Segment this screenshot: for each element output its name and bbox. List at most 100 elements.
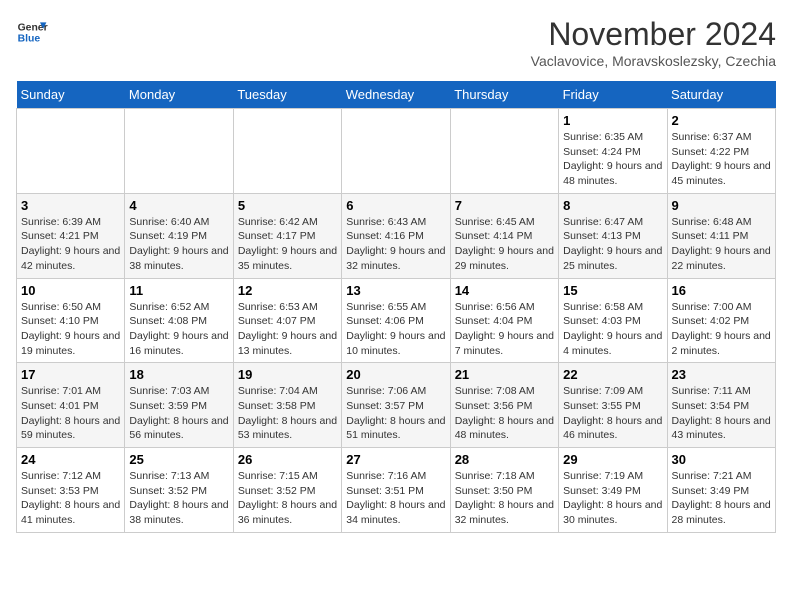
calendar-cell: 21Sunrise: 7:08 AMSunset: 3:56 PMDayligh… — [450, 363, 558, 448]
day-info: Sunrise: 7:16 AMSunset: 3:51 PMDaylight:… — [346, 469, 445, 528]
day-number: 6 — [346, 198, 445, 213]
calendar-cell: 28 Sunrise: 7:18 AMSunset: 3:50 PMDayligh… — [450, 448, 558, 533]
day-number: 17 — [21, 367, 120, 382]
calendar-cell: 20 Sunrise: 7:06 AMSunset: 3:57 PMDayligh… — [342, 363, 450, 448]
day-number: 1 — [563, 113, 662, 128]
day-number: 2 — [672, 113, 771, 128]
calendar-week-row: 1 Sunrise: 6:35 AMSunset: 4:24 PMDaylight… — [17, 109, 776, 194]
weekday-header: Thursday — [450, 81, 558, 109]
day-number: 27 — [346, 452, 445, 467]
day-number: 13 — [346, 283, 445, 298]
day-info: Sunrise: 7:09 AMSunset: 3:55 PMDaylight:… — [563, 384, 662, 443]
day-number: 26 — [238, 452, 337, 467]
calendar-week-row: 24Sunrise: 7:12 AMSunset: 3:53 PMDayligh… — [17, 448, 776, 533]
day-number: 24 — [21, 452, 120, 467]
calendar-week-row: 3Sunrise: 6:39 AMSunset: 4:21 PMDaylight… — [17, 193, 776, 278]
subtitle: Vaclavovice, Moravskoslezsky, Czechia — [531, 53, 776, 69]
calendar-cell — [450, 109, 558, 194]
calendar-cell: 30Sunrise: 7:21 AMSunset: 3:49 PMDayligh… — [667, 448, 775, 533]
calendar-cell: 17 Sunrise: 7:01 AMSunset: 4:01 PMDayligh… — [17, 363, 125, 448]
calendar-cell: 1 Sunrise: 6:35 AMSunset: 4:24 PMDaylight… — [559, 109, 667, 194]
day-number: 12 — [238, 283, 337, 298]
calendar-cell: 7Sunrise: 6:45 AMSunset: 4:14 PMDaylight… — [450, 193, 558, 278]
calendar-cell: 13 Sunrise: 6:55 AMSunset: 4:06 PMDayligh… — [342, 278, 450, 363]
weekday-header: Sunday — [17, 81, 125, 109]
day-info: Sunrise: 6:43 AMSunset: 4:16 PMDaylight:… — [346, 215, 445, 274]
calendar-cell: 11 Sunrise: 6:52 AMSunset: 4:08 PMDayligh… — [125, 278, 233, 363]
day-number: 21 — [455, 367, 554, 382]
day-number: 29 — [563, 452, 662, 467]
day-number: 4 — [129, 198, 228, 213]
header-row: SundayMondayTuesdayWednesdayThursdayFrid… — [17, 81, 776, 109]
weekday-header: Tuesday — [233, 81, 341, 109]
day-info: Sunrise: 7:00 AMSunset: 4:02 PMDaylight:… — [672, 300, 771, 359]
day-info: Sunrise: 6:50 AMSunset: 4:10 PMDaylight:… — [21, 300, 120, 359]
calendar-cell: 9Sunrise: 6:48 AMSunset: 4:11 PMDaylight… — [667, 193, 775, 278]
day-info: Sunrise: 7:15 AMSunset: 3:52 PMDaylight:… — [238, 469, 337, 528]
calendar-week-row: 10 Sunrise: 6:50 AMSunset: 4:10 PMDayligh… — [17, 278, 776, 363]
calendar-cell: 22 Sunrise: 7:09 AMSunset: 3:55 PMDayligh… — [559, 363, 667, 448]
day-info: Sunrise: 7:13 AMSunset: 3:52 PMDaylight:… — [129, 469, 228, 528]
logo: General Blue — [16, 16, 48, 48]
calendar-cell: 6 Sunrise: 6:43 AMSunset: 4:16 PMDaylight… — [342, 193, 450, 278]
day-info: Sunrise: 7:04 AMSunset: 3:58 PMDaylight:… — [238, 384, 337, 443]
day-info: Sunrise: 7:18 AMSunset: 3:50 PMDaylight:… — [455, 469, 554, 528]
calendar-cell: 29 Sunrise: 7:19 AMSunset: 3:49 PMDayligh… — [559, 448, 667, 533]
day-number: 5 — [238, 198, 337, 213]
day-number: 18 — [129, 367, 228, 382]
title-area: November 2024 Vaclavovice, Moravskoslezs… — [531, 16, 776, 69]
day-number: 22 — [563, 367, 662, 382]
weekday-header: Wednesday — [342, 81, 450, 109]
day-info: Sunrise: 6:40 AMSunset: 4:19 PMDaylight:… — [129, 215, 228, 274]
day-number: 15 — [563, 283, 662, 298]
day-info: Sunrise: 6:52 AMSunset: 4:08 PMDaylight:… — [129, 300, 228, 359]
day-number: 10 — [21, 283, 120, 298]
logo-icon: General Blue — [16, 16, 48, 48]
day-info: Sunrise: 6:48 AMSunset: 4:11 PMDaylight:… — [672, 215, 771, 274]
day-number: 14 — [455, 283, 554, 298]
calendar-cell: 24Sunrise: 7:12 AMSunset: 3:53 PMDayligh… — [17, 448, 125, 533]
calendar-cell — [125, 109, 233, 194]
calendar-cell: 16Sunrise: 7:00 AMSunset: 4:02 PMDayligh… — [667, 278, 775, 363]
day-info: Sunrise: 7:03 AMSunset: 3:59 PMDaylight:… — [129, 384, 228, 443]
calendar-cell — [17, 109, 125, 194]
calendar-week-row: 17 Sunrise: 7:01 AMSunset: 4:01 PMDayligh… — [17, 363, 776, 448]
calendar-cell: 27 Sunrise: 7:16 AMSunset: 3:51 PMDayligh… — [342, 448, 450, 533]
calendar-cell: 3Sunrise: 6:39 AMSunset: 4:21 PMDaylight… — [17, 193, 125, 278]
day-number: 3 — [21, 198, 120, 213]
svg-text:Blue: Blue — [18, 34, 41, 45]
calendar-cell: 4 Sunrise: 6:40 AMSunset: 4:19 PMDaylight… — [125, 193, 233, 278]
month-title: November 2024 — [531, 16, 776, 53]
header: General Blue November 2024 Vaclavovice, … — [16, 16, 776, 69]
day-info: Sunrise: 7:19 AMSunset: 3:49 PMDaylight:… — [563, 469, 662, 528]
calendar-cell: 5 Sunrise: 6:42 AMSunset: 4:17 PMDaylight… — [233, 193, 341, 278]
day-info: Sunrise: 6:55 AMSunset: 4:06 PMDaylight:… — [346, 300, 445, 359]
calendar-cell: 10 Sunrise: 6:50 AMSunset: 4:10 PMDayligh… — [17, 278, 125, 363]
calendar-cell: 2Sunrise: 6:37 AMSunset: 4:22 PMDaylight… — [667, 109, 775, 194]
weekday-header: Friday — [559, 81, 667, 109]
calendar-cell: 19 Sunrise: 7:04 AMSunset: 3:58 PMDayligh… — [233, 363, 341, 448]
calendar-cell: 14Sunrise: 6:56 AMSunset: 4:04 PMDayligh… — [450, 278, 558, 363]
day-info: Sunrise: 6:35 AMSunset: 4:24 PMDaylight:… — [563, 130, 662, 189]
day-number: 19 — [238, 367, 337, 382]
day-info: Sunrise: 6:58 AMSunset: 4:03 PMDaylight:… — [563, 300, 662, 359]
day-info: Sunrise: 6:42 AMSunset: 4:17 PMDaylight:… — [238, 215, 337, 274]
calendar-cell: 15 Sunrise: 6:58 AMSunset: 4:03 PMDayligh… — [559, 278, 667, 363]
day-number: 25 — [129, 452, 228, 467]
day-info: Sunrise: 7:01 AMSunset: 4:01 PMDaylight:… — [21, 384, 120, 443]
calendar-table: SundayMondayTuesdayWednesdayThursdayFrid… — [16, 81, 776, 533]
day-number: 20 — [346, 367, 445, 382]
calendar-cell: 23Sunrise: 7:11 AMSunset: 3:54 PMDayligh… — [667, 363, 775, 448]
calendar-cell — [233, 109, 341, 194]
day-number: 28 — [455, 452, 554, 467]
calendar-cell: 12 Sunrise: 6:53 AMSunset: 4:07 PMDayligh… — [233, 278, 341, 363]
weekday-header: Monday — [125, 81, 233, 109]
calendar-cell: 25 Sunrise: 7:13 AMSunset: 3:52 PMDayligh… — [125, 448, 233, 533]
day-info: Sunrise: 7:06 AMSunset: 3:57 PMDaylight:… — [346, 384, 445, 443]
weekday-header: Saturday — [667, 81, 775, 109]
day-number: 8 — [563, 198, 662, 213]
calendar-cell — [342, 109, 450, 194]
day-number: 11 — [129, 283, 228, 298]
day-info: Sunrise: 6:53 AMSunset: 4:07 PMDaylight:… — [238, 300, 337, 359]
day-number: 23 — [672, 367, 771, 382]
